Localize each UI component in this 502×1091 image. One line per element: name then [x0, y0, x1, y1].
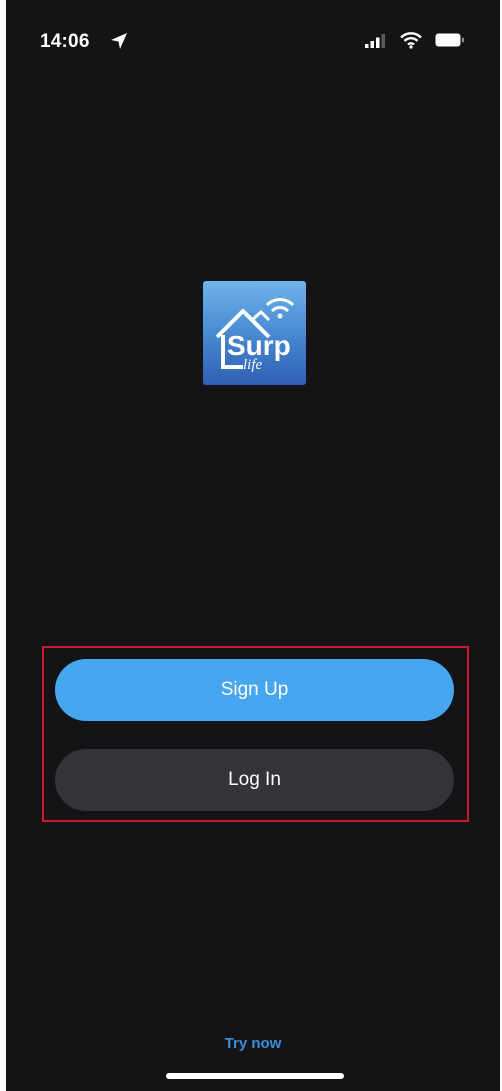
status-bar: 14:06 [6, 0, 500, 60]
signal-icon [365, 34, 385, 48]
app-logo: Surp life [203, 281, 306, 385]
battery-icon [435, 33, 464, 47]
sign-up-button[interactable]: Sign Up [55, 659, 454, 721]
log-in-button[interactable]: Log In [55, 749, 454, 811]
house-wifi-logo-icon: Surp life [215, 298, 295, 373]
location-arrow-icon [111, 33, 127, 49]
home-indicator [166, 1073, 344, 1079]
wifi-icon [400, 32, 422, 49]
app-screen: 14:06 Surp life Sign Up Log In Try now [6, 0, 500, 1091]
try-now-link[interactable]: Try now [6, 1035, 500, 1052]
status-time: 14:06 [40, 31, 90, 52]
svg-text:life: life [243, 357, 263, 373]
